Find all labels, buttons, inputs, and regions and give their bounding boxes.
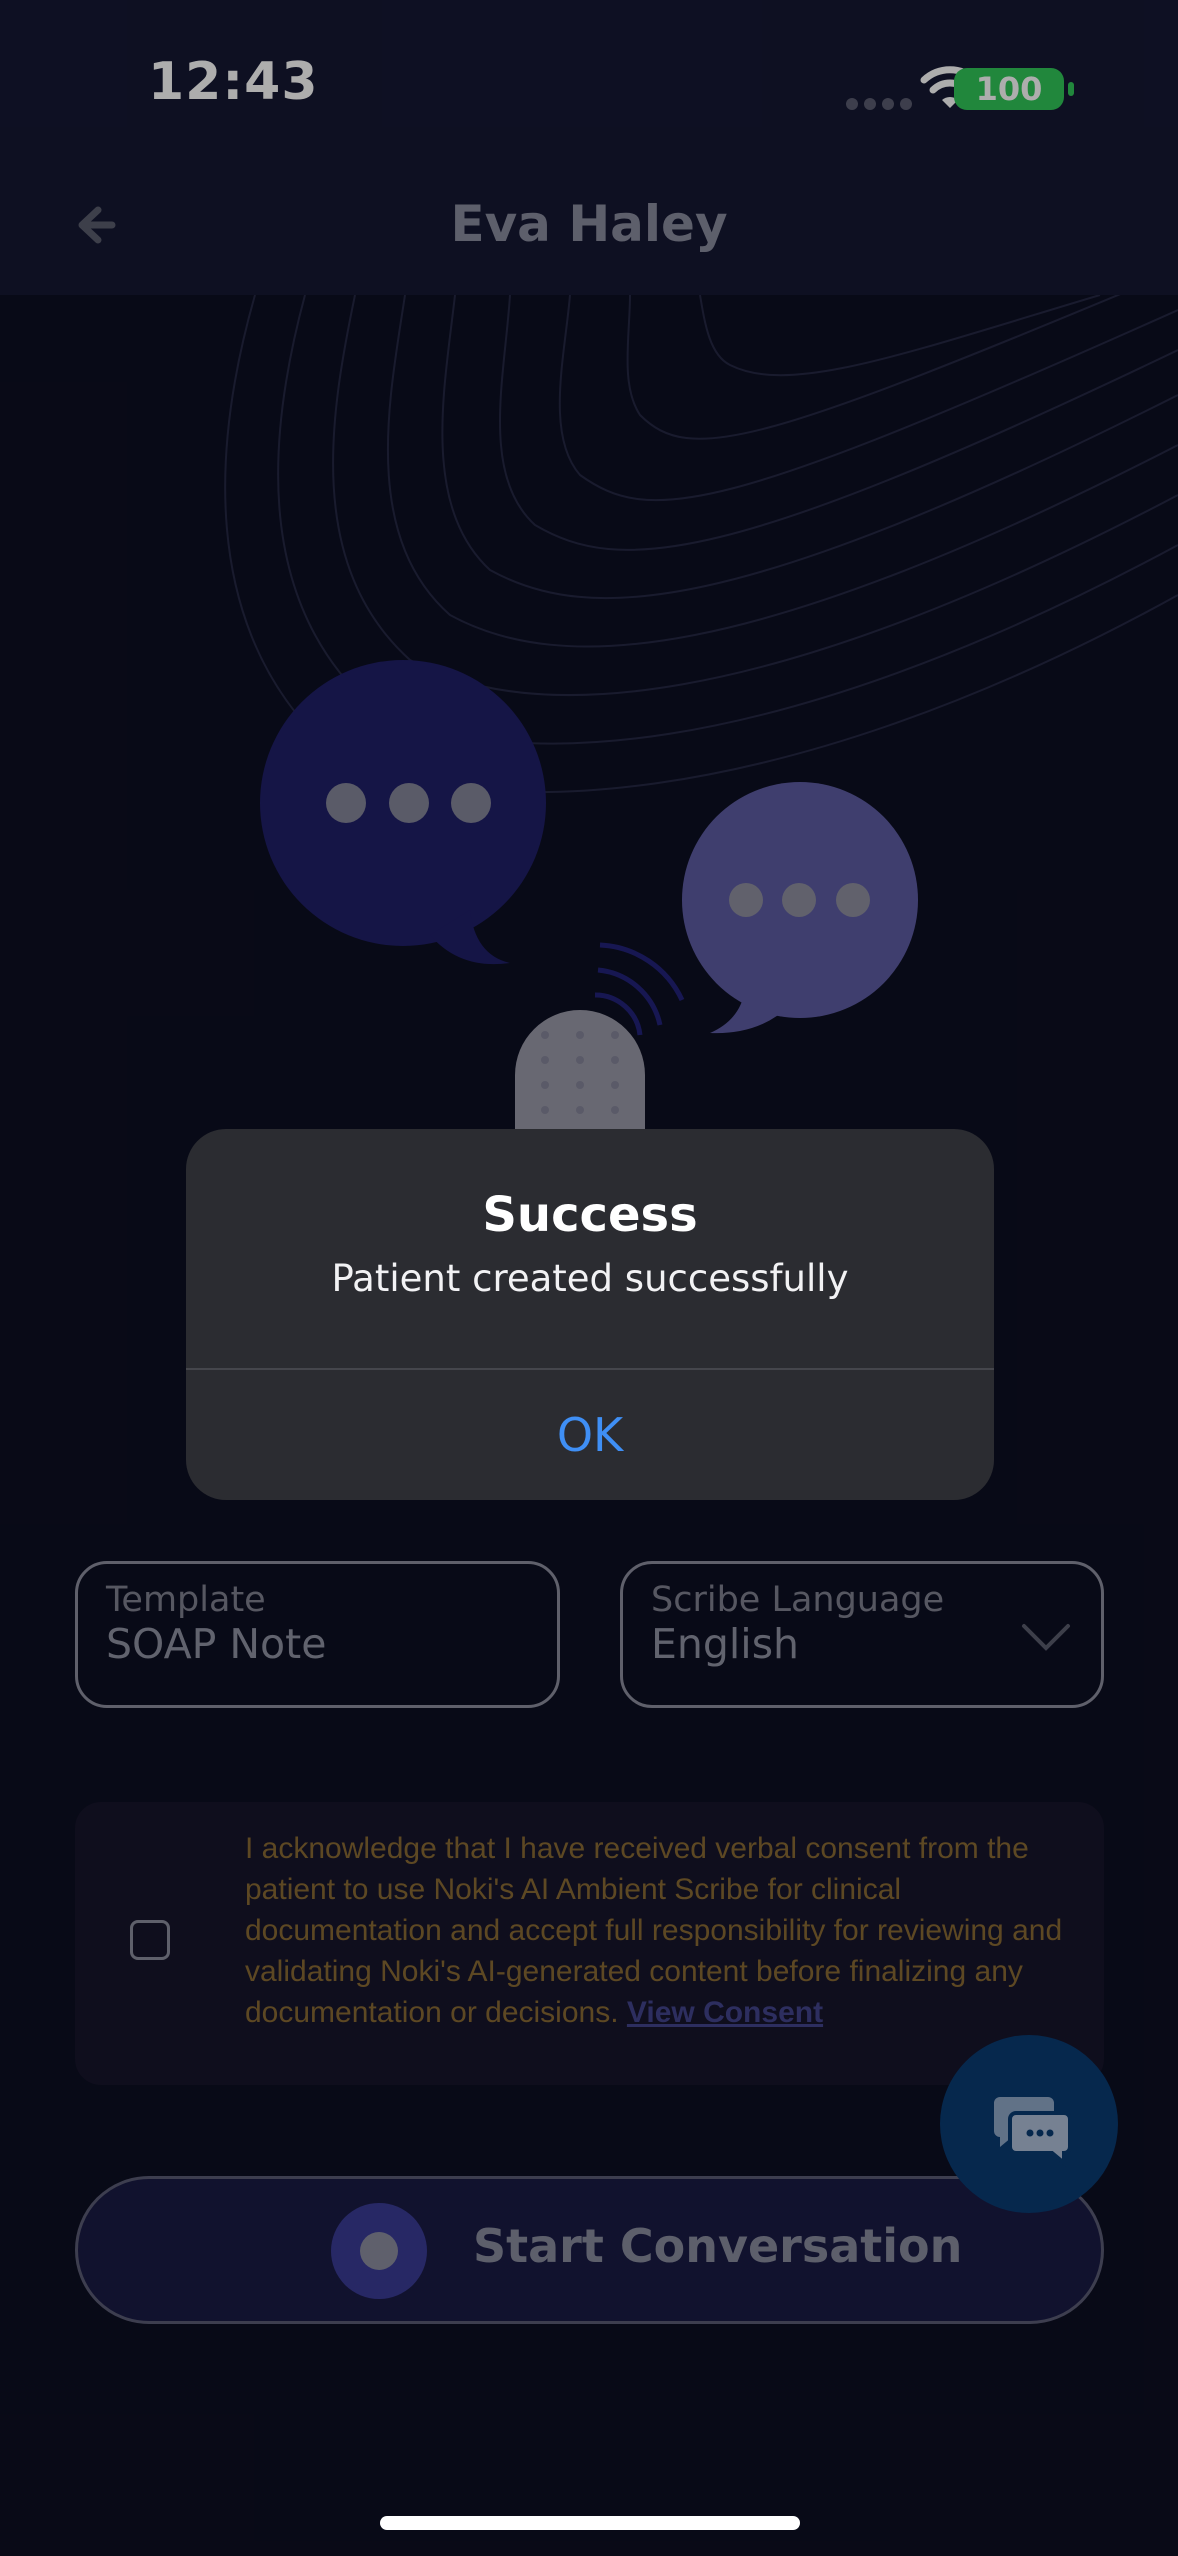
ok-button[interactable]: OK	[186, 1370, 994, 1500]
alert-message: Patient created successfully	[331, 1257, 849, 1300]
success-alert: Success Patient created successfully OK	[186, 1129, 994, 1500]
screen: 12:43 100 Eva Haley Template SOAP Note S…	[0, 0, 1178, 2556]
home-indicator	[380, 2516, 800, 2530]
alert-title: Success	[482, 1187, 698, 1243]
